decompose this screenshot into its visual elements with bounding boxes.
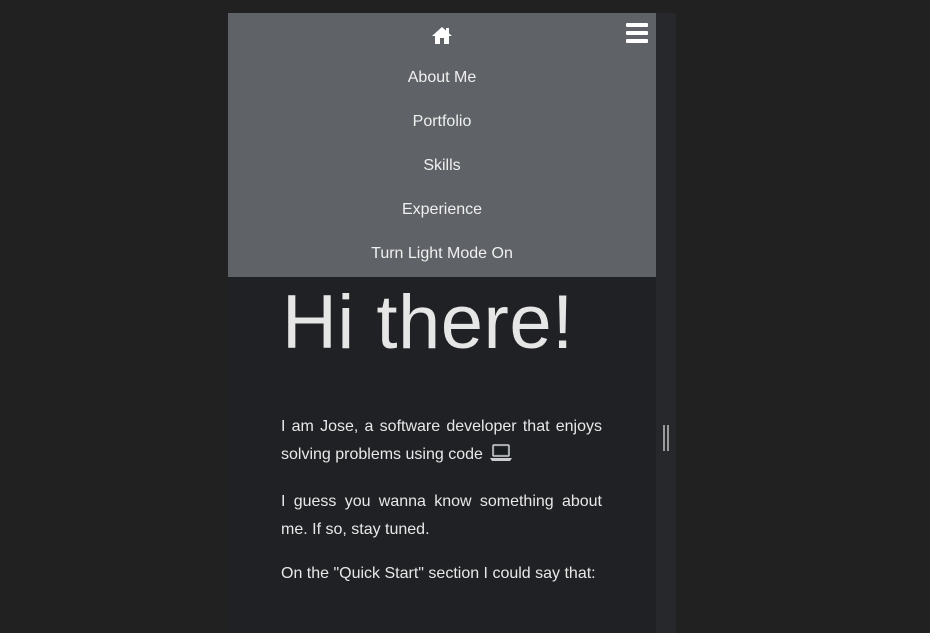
theme-toggle-light-mode[interactable]: Turn Light Mode On (228, 244, 656, 264)
intro-section: I am Jose, a software developer that enj… (281, 413, 602, 604)
nav-item-skills[interactable]: Skills (228, 156, 656, 176)
intro-paragraph-1-text: I am Jose, a software developer that enj… (281, 418, 602, 463)
resize-handle[interactable] (663, 425, 669, 451)
nav-menu: About Me Portfolio Skills Experience Tur… (228, 13, 656, 277)
home-icon (432, 27, 452, 44)
nav-item-experience[interactable]: Experience (228, 200, 656, 220)
mobile-viewport: About Me Portfolio Skills Experience Tur… (228, 13, 676, 633)
intro-paragraph-1: I am Jose, a software developer that enj… (281, 413, 602, 472)
page-content: About Me Portfolio Skills Experience Tur… (228, 13, 656, 633)
home-link[interactable] (431, 25, 453, 45)
hamburger-menu-icon (626, 23, 648, 43)
hamburger-menu-button[interactable] (626, 22, 648, 44)
hero-title: Hi there! (282, 280, 574, 365)
side-scroll-track (656, 13, 676, 633)
intro-paragraph-2: I guess you wanna know something about m… (281, 493, 602, 538)
nav-item-portfolio[interactable]: Portfolio (228, 112, 656, 132)
nav-item-about[interactable]: About Me (228, 68, 656, 88)
intro-paragraph-3: On the "Quick Start" section I could say… (281, 565, 596, 582)
laptop-icon (489, 444, 513, 472)
